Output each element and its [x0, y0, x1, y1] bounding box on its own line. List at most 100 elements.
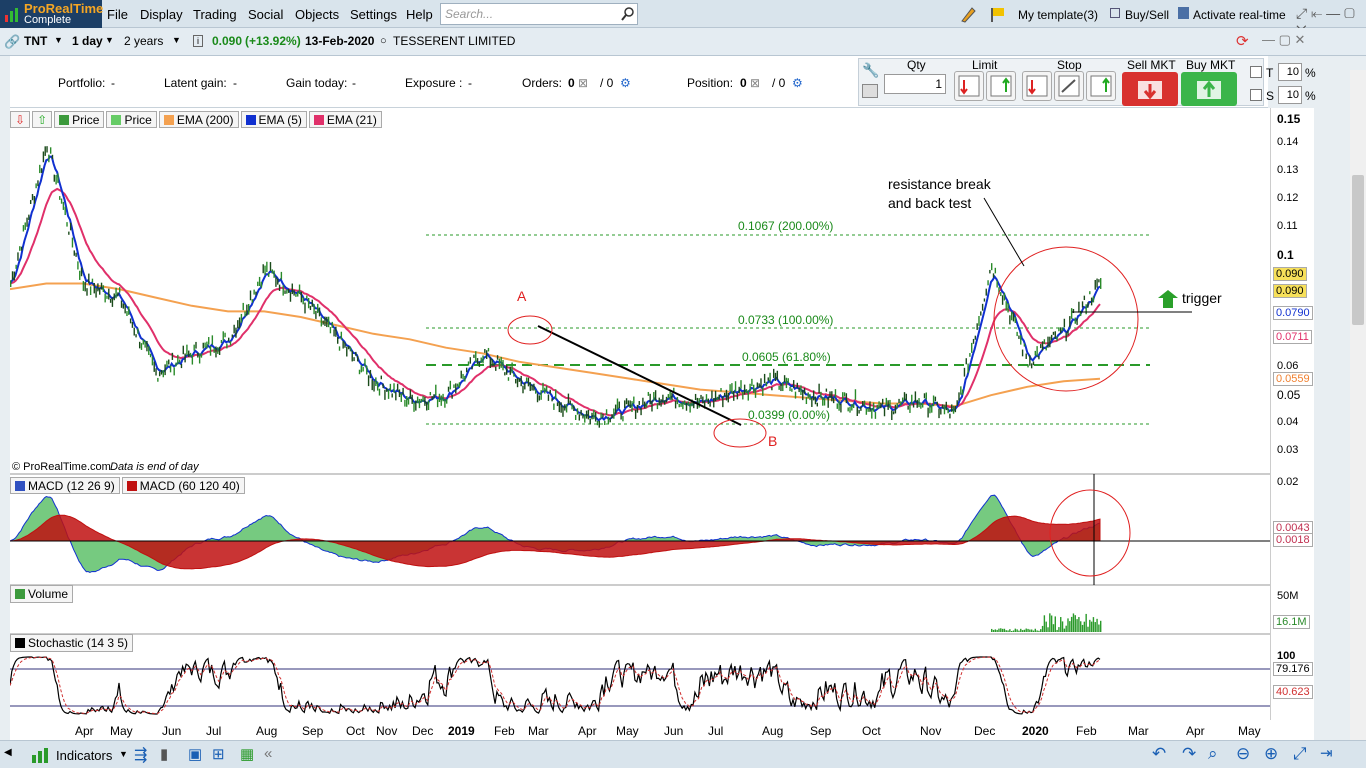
t-input[interactable]: 10 — [1278, 63, 1302, 81]
bars-icon[interactable]: ▮ — [160, 745, 168, 763]
legend-ema21[interactable]: EMA (21) — [308, 111, 382, 128]
chevron-down-icon[interactable]: ▼ — [119, 749, 128, 759]
wrench-icon[interactable]: 🔧 — [862, 62, 879, 79]
price-bar — [656, 403, 659, 410]
calculator-icon[interactable] — [862, 84, 878, 98]
legend-swatch — [111, 115, 122, 125]
screener-icon[interactable]: ▣ — [188, 745, 202, 763]
legend-stoch[interactable]: Stochastic (14 3 5) — [10, 634, 134, 652]
pen-icon[interactable] — [960, 5, 978, 23]
scrollbar-thumb[interactable] — [1352, 175, 1364, 325]
menu-trading[interactable]: Trading — [193, 7, 237, 22]
qty-input[interactable] — [884, 74, 946, 94]
info-icon[interactable]: i — [193, 35, 203, 47]
menu-help[interactable]: Help — [406, 7, 433, 22]
zoom-select-icon[interactable]: ⌕ — [1208, 744, 1218, 764]
alert-icon[interactable]: ⊞ — [212, 745, 225, 763]
buy-mkt-button[interactable] — [1181, 72, 1237, 106]
stop-buy-button[interactable] — [1086, 71, 1116, 101]
scroll-end-icon[interactable]: ⇥ — [1320, 744, 1333, 762]
price-bar — [504, 372, 506, 376]
volume-bar — [1054, 616, 1056, 632]
menu-objects[interactable]: Objects — [295, 7, 339, 22]
menu-display[interactable]: Display — [140, 7, 183, 22]
refresh-icon[interactable]: ⟳ — [1236, 32, 1249, 50]
link-icon[interactable]: 🔗 — [4, 34, 20, 50]
chevron-down-icon[interactable]: ▼ — [54, 35, 63, 45]
stop-trailing-button[interactable] — [1054, 71, 1084, 101]
price-bar — [553, 403, 555, 410]
price-bar — [237, 320, 239, 329]
price-bar — [1029, 355, 1031, 366]
legend-macd1[interactable]: MACD (12 26 9) — [10, 477, 120, 494]
price-bar — [487, 347, 490, 352]
redo-icon[interactable]: ↷ — [1182, 744, 1196, 764]
price-bar — [736, 393, 739, 400]
time-axis[interactable]: Apr May Jun Jul Aug Sep Oct Nov Dec 2019 Feb Mar Apr… — [10, 720, 1314, 740]
price-bar — [313, 304, 315, 315]
price-bar — [456, 383, 459, 387]
flag-icon[interactable] — [989, 5, 1007, 23]
legend-volume[interactable]: Volume — [10, 585, 74, 603]
buy-mkt-label: Buy MKT — [1186, 58, 1236, 72]
orders-settings-icon[interactable]: ⚙ — [620, 76, 631, 90]
zoom-in-icon[interactable]: ⊕ — [1264, 744, 1278, 764]
menu-social[interactable]: Social — [248, 7, 283, 22]
orders-close-icon[interactable]: ⊠ — [578, 76, 588, 90]
annotation-pointer[interactable] — [983, 197, 1025, 267]
chart-area[interactable]: ⇩ ⇧ Price Price EMA (200) EMA (5) EMA (2… — [10, 108, 1270, 720]
price-bar — [11, 271, 14, 280]
limit-sell-button[interactable] — [954, 71, 984, 101]
chevron-down-icon[interactable]: ▼ — [172, 35, 181, 45]
bottom-toolbar: ◀ Indicators ▼ ⇶ ▮ ▣ ⊞ ▦ « ↶ ↷ ⌕ ⊖ ⊕ ⤢ ⇥ — [0, 740, 1366, 768]
vertical-scrollbar[interactable] — [1350, 70, 1366, 750]
price-bar — [431, 396, 433, 401]
rewind-icon[interactable]: « — [264, 745, 272, 762]
stop-sell-button[interactable] — [1022, 71, 1052, 101]
price-bar — [987, 280, 989, 286]
ticker-select[interactable]: TNT — [24, 34, 47, 48]
price-date: 13-Feb-2020 — [305, 34, 375, 48]
chart-canvas[interactable] — [10, 108, 1270, 720]
price-bar — [845, 393, 848, 404]
point-b-circle[interactable] — [713, 418, 767, 448]
trendline-a-b[interactable] — [537, 325, 742, 426]
legend-ema5[interactable]: EMA (5) — [240, 111, 307, 128]
collapse-up-icon[interactable]: ⇧ — [32, 111, 53, 128]
share-icon[interactable]: ⇶ — [134, 745, 147, 765]
chevron-down-icon[interactable]: ▼ — [105, 35, 114, 45]
interval-select[interactable]: 1 day — [72, 34, 103, 48]
position-close-icon[interactable]: ⊠ — [750, 76, 760, 90]
template-menu[interactable]: My template(3) — [1018, 8, 1098, 22]
legend-macd2[interactable]: MACD (60 120 40) — [121, 477, 245, 494]
s-checkbox[interactable] — [1250, 89, 1262, 101]
price-bar — [952, 405, 955, 414]
fit-icon[interactable]: ⤢ — [1293, 744, 1307, 764]
activate-realtime-button[interactable]: Activate real-time — [1193, 8, 1286, 22]
legend-price-2[interactable]: Price — [106, 111, 157, 128]
sell-mkt-button[interactable] — [1122, 72, 1178, 106]
menu-settings[interactable]: Settings — [350, 7, 397, 22]
collapse-down-icon[interactable]: ⇩ — [10, 111, 31, 128]
search-input[interactable]: Search... — [440, 3, 638, 25]
legend-ema200[interactable]: EMA (200) — [158, 111, 239, 128]
panel-window-controls-icon[interactable]: — ▢ ✕ — [1262, 32, 1305, 48]
volume-bar — [1047, 627, 1049, 632]
limit-buy-button[interactable] — [986, 71, 1016, 101]
search-icon[interactable] — [621, 7, 635, 21]
ema200-tag: 0.0559 — [1273, 372, 1313, 386]
period-select[interactable]: 2 years — [124, 34, 163, 48]
buysell-button[interactable]: Buy/Sell — [1125, 8, 1169, 22]
s-input[interactable]: 10 — [1278, 86, 1302, 104]
position-settings-icon[interactable]: ⚙ — [792, 76, 803, 90]
zoom-out-icon[interactable]: ⊖ — [1236, 744, 1250, 764]
time-tick: Apr — [1186, 724, 1205, 738]
t-checkbox[interactable] — [1250, 66, 1262, 78]
price-axis[interactable]: 0.15 0.14 0.13 0.12 0.11 0.1 0.090 0.090… — [1270, 108, 1314, 720]
expand-icon[interactable]: ◀ — [4, 747, 12, 758]
menu-file[interactable]: File — [107, 7, 128, 22]
legend-price-1[interactable]: Price — [54, 111, 105, 128]
undo-icon[interactable]: ↶ — [1152, 744, 1166, 764]
backtest-icon[interactable]: ▦ — [240, 745, 254, 763]
indicators-button[interactable]: Indicators — [56, 748, 112, 763]
